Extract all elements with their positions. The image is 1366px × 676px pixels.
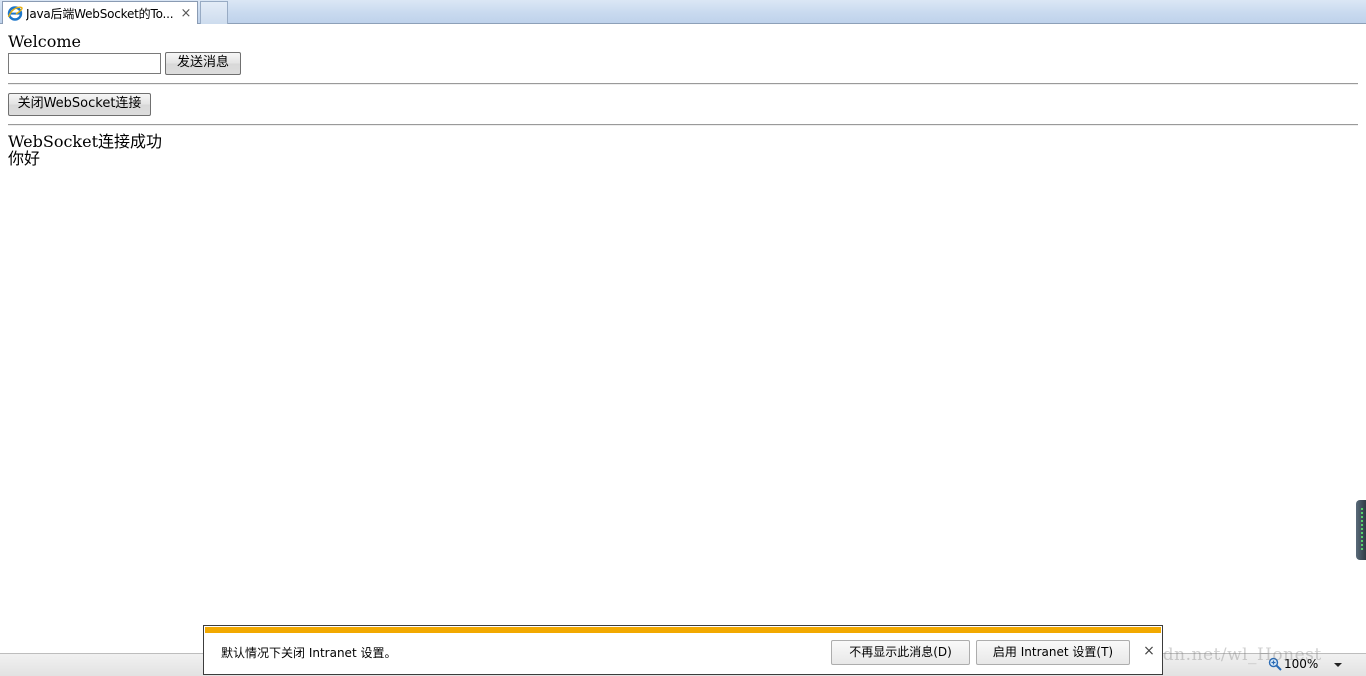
browser-tab[interactable]: Java后端WebSocket的To... × — [2, 1, 198, 24]
chevron-down-icon[interactable] — [1333, 660, 1343, 670]
notification-bar: 默认情况下关闭 Intranet 设置。 不再显示此消息(D) 启用 Intra… — [203, 625, 1163, 675]
send-message-button[interactable]: 发送消息 — [165, 52, 241, 75]
new-tab-button[interactable] — [200, 1, 228, 24]
zoom-control[interactable]: 100% — [1268, 657, 1318, 671]
side-gadget-handle[interactable] — [1356, 500, 1366, 560]
tab-close-icon[interactable]: × — [179, 6, 193, 21]
message-input[interactable] — [8, 53, 161, 74]
close-icon[interactable]: × — [1142, 643, 1156, 659]
ie-icon — [7, 6, 23, 21]
zoom-level: 100% — [1284, 657, 1319, 671]
close-websocket-button[interactable]: 关闭WebSocket连接 — [8, 93, 151, 116]
notification-accent-stripe — [205, 627, 1161, 633]
zoom-icon — [1268, 657, 1282, 671]
browser-tab-strip: Java后端WebSocket的To... × — [0, 0, 1366, 24]
notification-message: 默认情况下关闭 Intranet 设置。 — [221, 646, 397, 660]
dont-show-again-button[interactable]: 不再显示此消息(D) — [831, 640, 970, 665]
divider — [8, 83, 1358, 85]
log-line: 你好 — [8, 149, 41, 168]
log-line: WebSocket连接成功 — [8, 132, 163, 151]
enable-intranet-settings-button[interactable]: 启用 Intranet 设置(T) — [976, 640, 1130, 665]
welcome-text: Welcome — [8, 32, 81, 51]
tab-title: Java后端WebSocket的To... — [26, 6, 174, 21]
divider — [8, 124, 1358, 126]
message-log: WebSocket连接成功 你好 — [8, 133, 162, 167]
